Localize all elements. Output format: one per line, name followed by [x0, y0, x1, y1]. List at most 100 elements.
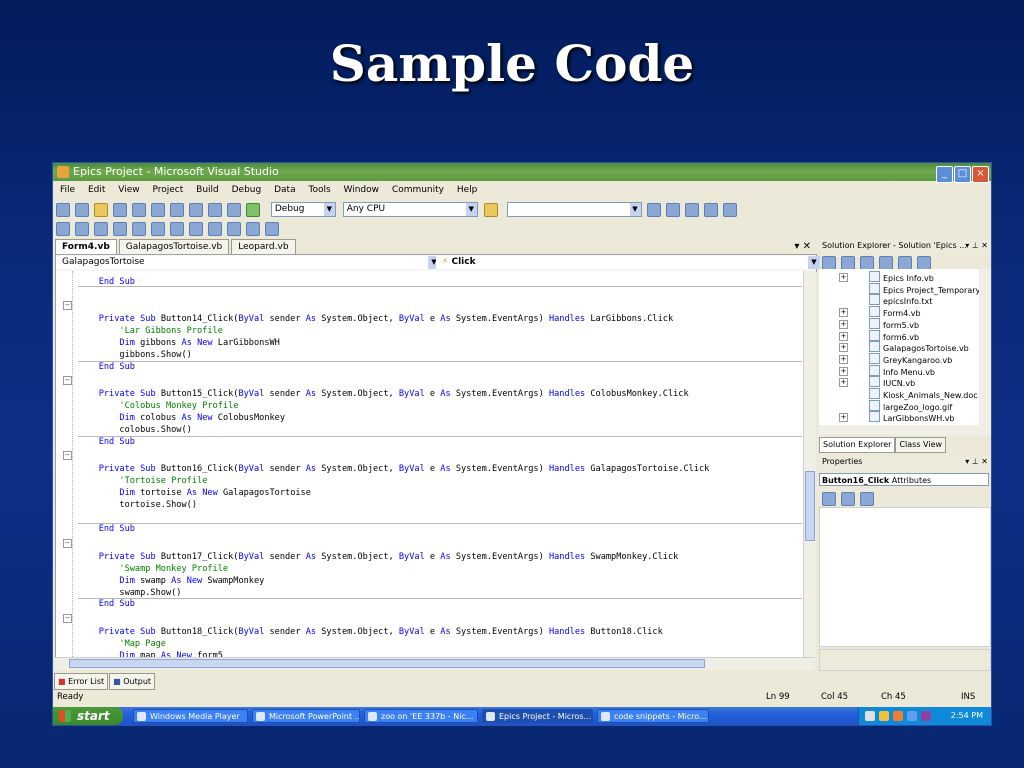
- tab-error-list[interactable]: ■ Error List: [54, 673, 109, 690]
- menu-view[interactable]: View: [118, 185, 139, 195]
- expand-icon[interactable]: +: [839, 273, 848, 282]
- tab-form4[interactable]: Form4.vb: [55, 239, 117, 255]
- tab-solution-explorer[interactable]: Solution Explorer: [819, 437, 896, 453]
- security-tray-icon[interactable]: [893, 711, 903, 721]
- refresh-icon[interactable]: [860, 256, 874, 270]
- start-page-icon[interactable]: [723, 203, 738, 217]
- tree-item[interactable]: Epics Project_TemporaryKey.p: [869, 282, 979, 295]
- tree-item[interactable]: + IUCN.vb: [839, 376, 915, 388]
- expand-icon[interactable]: +: [839, 319, 848, 329]
- tab-list-icon[interactable]: ▾: [794, 241, 799, 252]
- collapse-button17-icon[interactable]: −: [63, 539, 72, 548]
- tree-item[interactable]: + GalapagosTortoise.vb: [839, 341, 969, 353]
- save-all-icon[interactable]: [132, 203, 146, 217]
- app-tray-icon[interactable]: [921, 711, 931, 721]
- view-code-icon[interactable]: [879, 256, 893, 270]
- panel-controls[interactable]: ▾ ⊥ ✕: [965, 239, 988, 253]
- menu-community[interactable]: Community: [392, 185, 444, 195]
- scroll-thumb[interactable]: [69, 659, 705, 668]
- tree-vertical-scrollbar[interactable]: [979, 269, 991, 425]
- collapse-button15-icon[interactable]: −: [63, 376, 72, 385]
- menu-debug[interactable]: Debug: [232, 185, 262, 195]
- code-editor[interactable]: − − − − − End Sub Private Sub Button14_C…: [55, 271, 804, 657]
- open-file-icon[interactable]: [94, 203, 108, 217]
- solution-config-dropdown[interactable]: Debug ▼: [270, 202, 336, 217]
- network-tray-icon[interactable]: [879, 711, 889, 721]
- volume-tray-icon[interactable]: [907, 711, 917, 721]
- show-all-files-icon[interactable]: [841, 256, 855, 270]
- menu-tools[interactable]: Tools: [308, 185, 330, 195]
- alphabetical-icon[interactable]: [841, 492, 855, 506]
- uncomment-icon[interactable]: [189, 222, 203, 236]
- editor-vertical-scrollbar[interactable]: [803, 271, 816, 657]
- task-powerpoint[interactable]: Microsoft PowerPoint ...: [252, 709, 360, 723]
- platform-dropdown[interactable]: Any CPU ▼: [342, 202, 478, 217]
- properties-icon[interactable]: [666, 203, 681, 217]
- tree-horizontal-scrollbar[interactable]: [819, 425, 991, 435]
- property-pages-icon[interactable]: [860, 492, 874, 506]
- paste-icon[interactable]: [189, 203, 203, 217]
- next-bookmark-icon[interactable]: [246, 222, 260, 236]
- outdent-icon[interactable]: [132, 222, 146, 236]
- task-media-player[interactable]: Windows Media Player: [133, 709, 248, 723]
- task-visual-studio[interactable]: Epics Project - Micros...: [482, 709, 593, 723]
- prev-bookmark-icon[interactable]: [227, 222, 241, 236]
- copy-icon[interactable]: [170, 203, 184, 217]
- class-dropdown[interactable]: GalapagosTortoise ▼: [56, 256, 440, 269]
- list-members-icon[interactable]: [56, 222, 70, 236]
- task-word[interactable]: code snippets - Micro...: [597, 709, 709, 723]
- tree-item[interactable]: + form6.vb: [839, 329, 919, 342]
- menu-edit[interactable]: Edit: [88, 185, 105, 195]
- start-button[interactable]: start: [53, 707, 123, 725]
- editor-horizontal-scrollbar[interactable]: [55, 657, 815, 670]
- tree-item[interactable]: + Epics Info.vb: [839, 271, 934, 283]
- expand-icon[interactable]: +: [839, 331, 848, 341]
- menu-help[interactable]: Help: [457, 185, 478, 195]
- tree-item[interactable]: + Form4.vb: [839, 306, 921, 318]
- save-icon[interactable]: [113, 203, 127, 217]
- redo-icon[interactable]: [227, 203, 241, 217]
- help-tray-icon[interactable]: [865, 711, 875, 721]
- comment-icon[interactable]: [170, 222, 184, 236]
- tree-item[interactable]: + form5.vb: [839, 317, 919, 330]
- properties-icon[interactable]: [822, 256, 836, 270]
- find-dropdown[interactable]: ▼: [506, 202, 642, 217]
- quick-info-icon[interactable]: [94, 222, 108, 236]
- properties-grid[interactable]: [819, 507, 991, 647]
- indent-icon[interactable]: [151, 222, 165, 236]
- start-debugging-icon[interactable]: [246, 203, 260, 217]
- close-document-icon[interactable]: ✕: [803, 241, 811, 252]
- add-item-icon[interactable]: [75, 203, 89, 217]
- complete-word-icon[interactable]: [113, 222, 127, 236]
- view-designer-icon[interactable]: [898, 256, 912, 270]
- expand-icon[interactable]: +: [839, 366, 848, 376]
- menu-build[interactable]: Build: [196, 185, 219, 195]
- view-class-diagram-icon[interactable]: [917, 256, 931, 270]
- tree-item[interactable]: epicsInfo.txt: [869, 294, 932, 306]
- categorized-icon[interactable]: [822, 492, 836, 506]
- new-project-icon[interactable]: [56, 203, 70, 217]
- tree-item[interactable]: Kiosk_Animals_New.doc: [869, 388, 978, 400]
- tab-class-view[interactable]: Class View: [895, 437, 947, 453]
- object-browser-icon[interactable]: [685, 203, 700, 217]
- tab-galapagos-tortoise[interactable]: GalapagosTortoise.vb: [118, 239, 230, 255]
- method-dropdown[interactable]: ⚡ Click ▼: [436, 256, 820, 269]
- cut-icon[interactable]: [151, 203, 165, 217]
- clear-bookmarks-icon[interactable]: [265, 222, 279, 236]
- tab-output[interactable]: ■ Output: [109, 673, 156, 690]
- menu-window[interactable]: Window: [344, 185, 380, 195]
- parameter-info-icon[interactable]: [75, 222, 89, 236]
- expand-icon[interactable]: +: [839, 354, 848, 364]
- tree-item[interactable]: largeZoo_logo.gif: [869, 399, 952, 412]
- solution-tree[interactable]: + Epics Info.vb Epics Project_TemporaryKey…: [819, 269, 979, 425]
- menu-data[interactable]: Data: [274, 185, 296, 195]
- collapse-button14-icon[interactable]: −: [63, 301, 72, 310]
- collapse-button18-icon[interactable]: −: [63, 614, 72, 623]
- tree-item[interactable]: + GreyKangaroo.vb: [839, 352, 952, 365]
- find-icon[interactable]: [483, 203, 498, 217]
- menu-file[interactable]: File: [60, 185, 75, 195]
- task-zoo-folder[interactable]: zoo on 'EE 337b - Nic...: [364, 709, 478, 723]
- solution-explorer-icon[interactable]: [647, 203, 662, 217]
- undo-icon[interactable]: [208, 203, 222, 217]
- panel-controls[interactable]: ▾ ⊥ ✕: [965, 455, 988, 469]
